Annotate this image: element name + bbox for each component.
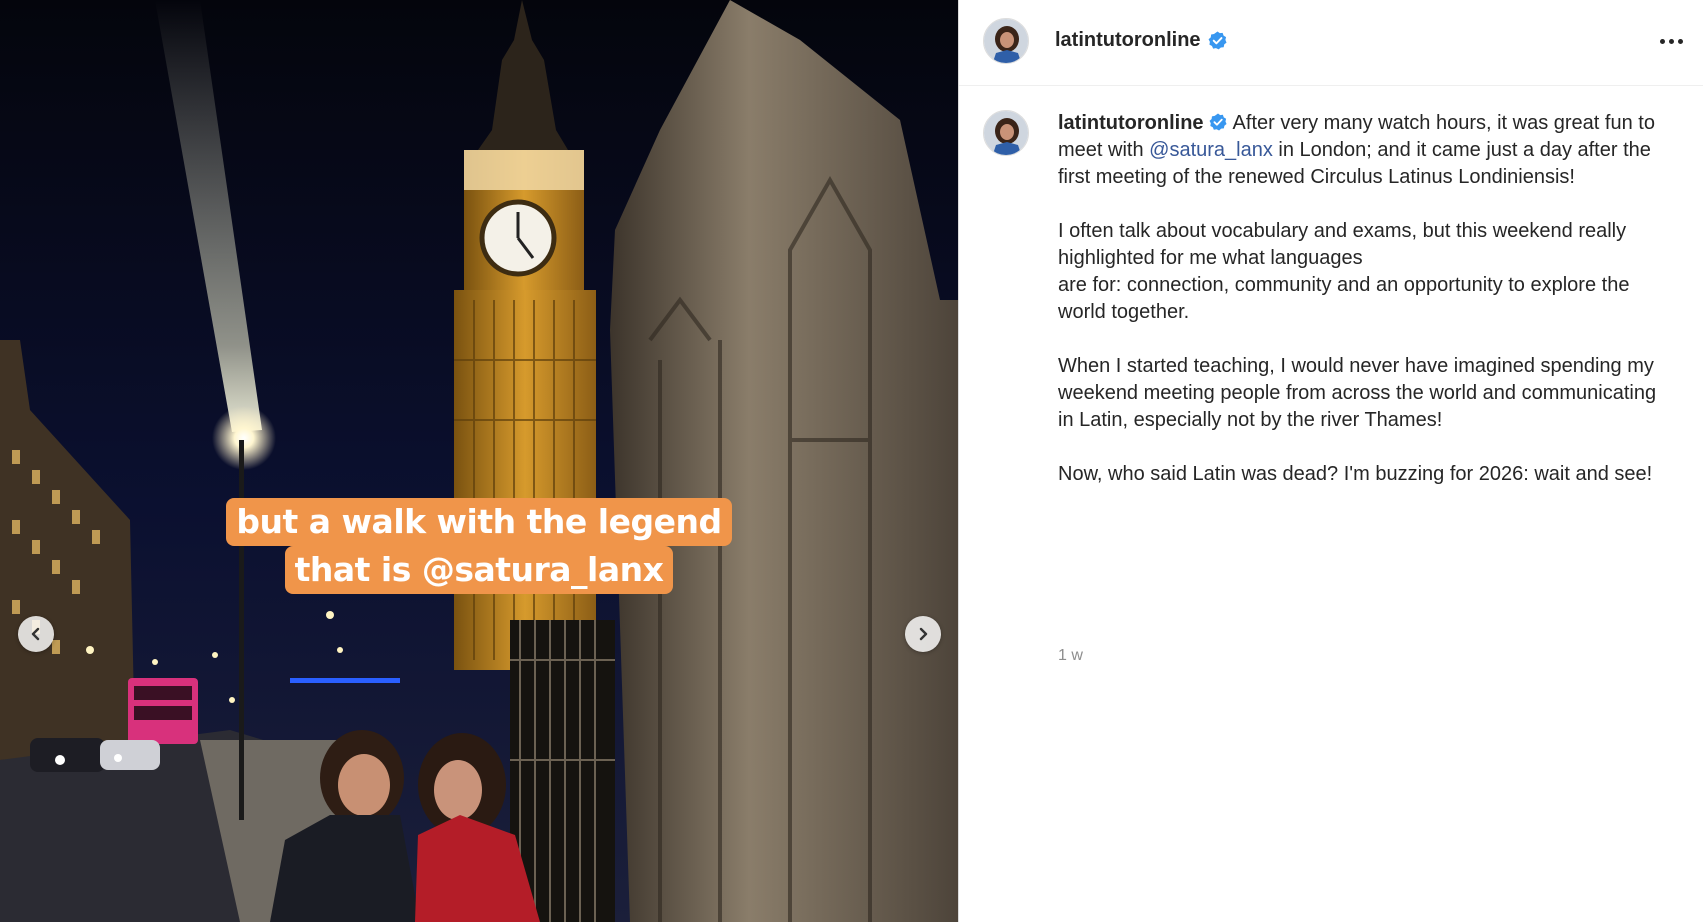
post-header: latintutoronline bbox=[959, 0, 1703, 86]
more-options-button[interactable] bbox=[1652, 26, 1692, 56]
mention-link[interactable]: @satura_lanx bbox=[1149, 139, 1273, 161]
verified-badge-icon bbox=[1208, 31, 1227, 50]
header-username[interactable]: latintutoronline bbox=[1055, 29, 1201, 52]
photo-big-ben-night bbox=[0, 0, 958, 922]
post-details-panel: latintutoronline latintutoronline After v… bbox=[959, 0, 1703, 922]
previous-image-button[interactable] bbox=[18, 616, 54, 652]
chevron-left-icon bbox=[31, 627, 40, 641]
caption-body-2: in London; and it came just a day after … bbox=[1058, 139, 1657, 485]
avatar[interactable] bbox=[983, 18, 1029, 64]
caption-text: latintutoronline After very many watch ho… bbox=[1058, 110, 1668, 488]
chevron-right-icon bbox=[919, 627, 928, 641]
verified-badge-icon bbox=[1209, 113, 1227, 131]
post-media[interactable]: but a walk with the legend that is @satu… bbox=[0, 0, 958, 922]
caption-author[interactable]: latintutoronline bbox=[1058, 112, 1204, 134]
avatar-image bbox=[984, 111, 1028, 155]
more-options-icon bbox=[1660, 39, 1665, 44]
post-timestamp[interactable]: 1 w bbox=[1058, 647, 1083, 665]
next-image-button[interactable] bbox=[905, 616, 941, 652]
avatar[interactable] bbox=[983, 110, 1029, 156]
avatar-image bbox=[984, 19, 1028, 63]
